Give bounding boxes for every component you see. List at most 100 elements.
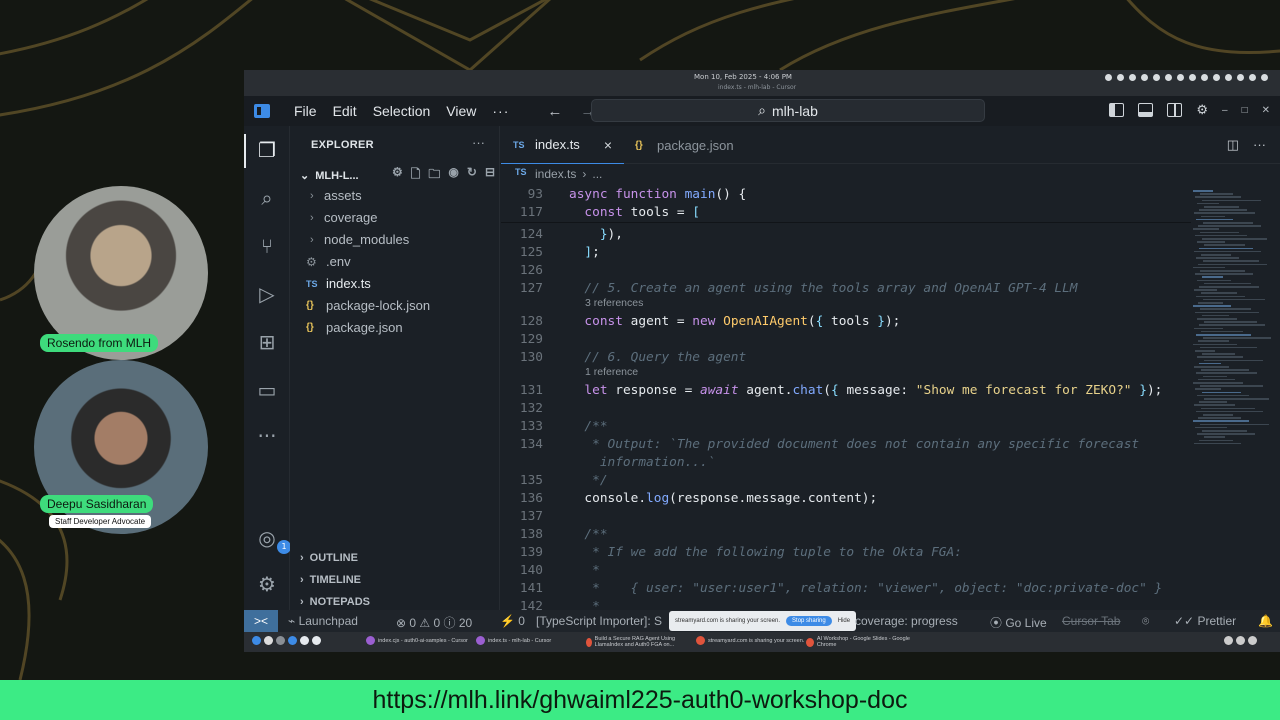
- maximize-icon[interactable]: □: [1242, 105, 1248, 116]
- minimap-line: [1204, 436, 1225, 438]
- minimap-line: [1203, 414, 1233, 416]
- minimap-line: [1195, 311, 1259, 314]
- tab-package-json[interactable]: {} package.json: [623, 126, 746, 164]
- stop-sharing-button[interactable]: Stop sharing: [786, 616, 832, 626]
- taskbar-tray[interactable]: [1224, 636, 1257, 645]
- line-number: 131: [519, 383, 543, 398]
- editor-actions: ◫ ···: [1227, 137, 1266, 153]
- tree-item-package-lock[interactable]: {} package-lock.json: [306, 295, 430, 317]
- minimap-line: [1198, 417, 1241, 419]
- folder-actions: ⚙ 🗋 🗀 ◉ ↻ ⊟: [392, 165, 495, 186]
- tab-index-ts[interactable]: TS index.ts ×: [501, 126, 624, 164]
- explorer-icon[interactable]: ❐: [255, 138, 279, 162]
- taskbar-item[interactable]: AI Workshop - Google Slides - Google Chr…: [806, 636, 916, 648]
- collapse-all-icon[interactable]: ⊟: [485, 165, 495, 186]
- minimap-line: [1197, 394, 1249, 397]
- close-tab-icon[interactable]: ×: [604, 137, 612, 153]
- line-number: 136: [519, 491, 543, 506]
- manage-gear-icon[interactable]: ⚙: [255, 572, 279, 596]
- outline-section[interactable]: › OUTLINE: [300, 552, 358, 564]
- minimap-line: [1195, 273, 1253, 275]
- notepads-section[interactable]: › NOTEPADS: [300, 596, 370, 608]
- notifications-icon[interactable]: 🔔: [1258, 614, 1273, 628]
- tree-item-coverage[interactable]: › coverage: [310, 207, 377, 229]
- codelens-references[interactable]: 3 references: [585, 296, 643, 310]
- close-window-icon[interactable]: ✕: [1262, 105, 1270, 116]
- tree-item-package-json[interactable]: {} package.json: [306, 317, 403, 339]
- minimap-line: [1194, 289, 1217, 291]
- typescript-importer-status[interactable]: [TypeScript Importer]: S: [536, 614, 662, 628]
- problems-indicator[interactable]: ⊗ 0 ⚠ 0 ⓘ 20: [396, 614, 472, 631]
- toggle-secondary-sidebar-icon[interactable]: [1167, 103, 1183, 117]
- tree-item-env[interactable]: ⚙ .env: [306, 251, 351, 273]
- minimap-line: [1204, 282, 1251, 285]
- run-debug-icon[interactable]: ▷: [255, 282, 279, 306]
- menu-view[interactable]: View: [438, 103, 484, 119]
- json-file-icon: {}: [635, 139, 643, 151]
- more-views-icon[interactable]: ···: [255, 424, 279, 448]
- minimap-line: [1196, 295, 1245, 298]
- go-live-button[interactable]: ⦿ Go Live: [990, 614, 1047, 631]
- menu-edit[interactable]: Edit: [325, 103, 365, 119]
- codelens-references[interactable]: 1 reference: [585, 365, 638, 379]
- refresh-icon[interactable]: ↻: [467, 165, 477, 186]
- minimap-line: [1202, 314, 1229, 317]
- tree-item-node-modules[interactable]: › node_modules: [310, 229, 409, 251]
- minimize-icon[interactable]: –: [1222, 105, 1228, 116]
- menu-file[interactable]: File: [286, 103, 325, 119]
- minimap-line: [1199, 286, 1259, 288]
- new-file-icon[interactable]: 🗋: [411, 165, 421, 186]
- settings-icon[interactable]: ⚙: [392, 165, 403, 186]
- copilot-icon[interactable]: ⌾: [1142, 614, 1149, 629]
- minimap-line: [1194, 212, 1255, 214]
- minimap[interactable]: [1193, 190, 1273, 450]
- tree-item-assets[interactable]: › assets: [310, 185, 362, 207]
- toggle-panel-icon[interactable]: [1138, 103, 1154, 117]
- eye-icon[interactable]: ◉: [448, 165, 458, 186]
- banner-url[interactable]: https://mlh.link/ghwaiml225-auth0-worksh…: [373, 686, 908, 715]
- extensions-icon[interactable]: ⊞: [255, 330, 279, 354]
- split-editor-icon[interactable]: ◫: [1227, 137, 1239, 153]
- prettier-status[interactable]: ✓✓ Prettier: [1174, 614, 1236, 628]
- gear-icon[interactable]: ⚙: [1196, 102, 1208, 118]
- new-folder-icon[interactable]: 🗀: [428, 165, 440, 186]
- remote-explorer-icon[interactable]: ▭: [255, 378, 279, 402]
- back-arrow-icon[interactable]: ←: [547, 103, 562, 120]
- cursor-tab-status[interactable]: Cursor Tab: [1062, 614, 1120, 628]
- shared-screen: Mon 10, Feb 2025 - 4:06 PM index.ts - ml…: [244, 70, 1280, 652]
- workspace-folder[interactable]: ⌄ MLH-L... ⚙ 🗋 🗀 ◉ ↻ ⊟: [300, 165, 495, 186]
- chevron-right-icon: ›: [310, 212, 314, 224]
- system-tray[interactable]: [1105, 74, 1268, 81]
- minimap-line: [1203, 337, 1271, 339]
- launchpad-item[interactable]: ⌁ Launchpad: [288, 614, 358, 628]
- breadcrumb-file[interactable]: index.ts: [535, 167, 576, 181]
- line-number: 127: [519, 281, 543, 296]
- minimap-line: [1200, 423, 1269, 426]
- activity-bar: ❐ ⌕ ⑂ ▷ ⊞ ▭ ··· ◎ 1 ⚙: [244, 126, 291, 610]
- search-icon[interactable]: ⌕: [255, 186, 279, 210]
- explorer-more-button[interactable]: ···: [472, 135, 485, 150]
- search-icon: ⌕: [758, 102, 766, 118]
- command-center-search[interactable]: ⌕ mlh-lab: [591, 99, 985, 122]
- taskbar-item[interactable]: streamyard.com is sharing your screen.: [696, 636, 806, 645]
- taskbar-item[interactable]: Build a Secure RAG Agent Using LlamaInde…: [586, 636, 696, 648]
- hide-button[interactable]: Hide: [838, 618, 850, 624]
- more-actions-icon[interactable]: ···: [1253, 137, 1266, 153]
- json-file-icon: {}: [306, 322, 314, 333]
- taskbar-item[interactable]: index.ts - mlh-lab - Cursor: [476, 636, 551, 645]
- line-source: * Output: `The provided document does no…: [569, 437, 1140, 452]
- source-control-icon[interactable]: ⑂: [255, 234, 279, 258]
- remote-indicator[interactable]: ><: [244, 610, 278, 632]
- breadcrumb-symbol[interactable]: ...: [592, 167, 602, 181]
- tree-item-index-ts[interactable]: TS index.ts: [306, 273, 371, 295]
- ports-indicator[interactable]: ⚡ 0: [500, 614, 525, 628]
- menu-selection[interactable]: Selection: [365, 103, 439, 119]
- accounts-icon[interactable]: ◎ 1: [255, 526, 291, 554]
- toggle-sidebar-icon[interactable]: [1109, 103, 1125, 117]
- menu-more-button[interactable]: ···: [492, 103, 509, 119]
- taskbar-launcher-icons[interactable]: [252, 636, 321, 645]
- coverage-status[interactable]: coverage: progress: [855, 614, 958, 628]
- timeline-section[interactable]: › TIMELINE: [300, 574, 361, 586]
- taskbar-item[interactable]: index.cjs - auth0-ai-samples - Cursor: [366, 636, 468, 645]
- minimap-line: [1202, 199, 1261, 202]
